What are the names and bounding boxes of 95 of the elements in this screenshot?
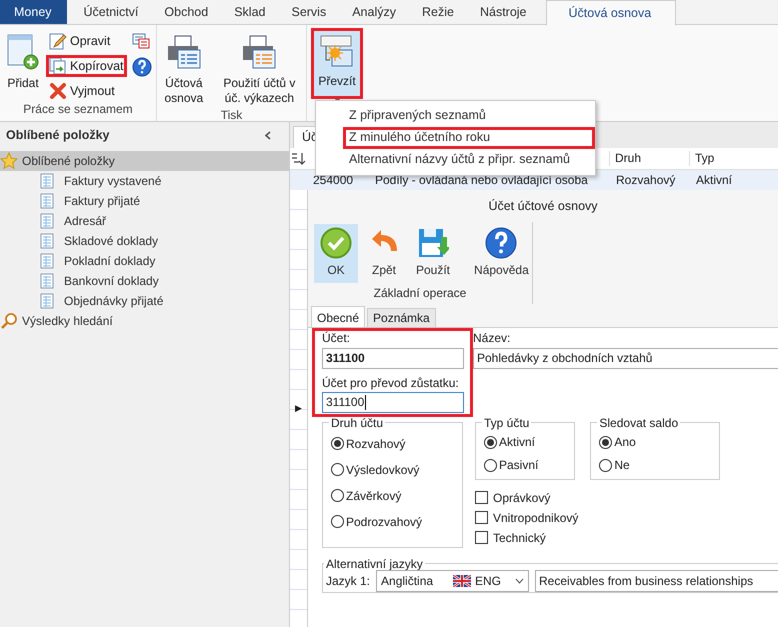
tree-item[interactable]: Bankovní doklady <box>0 271 289 291</box>
radio-option[interactable]: Podrozvahový <box>331 508 422 535</box>
menu-item[interactable]: Z minulého účetního roku <box>343 127 595 149</box>
copy-icon <box>49 57 67 75</box>
save-icon <box>417 227 450 259</box>
radio-option[interactable]: Výsledovkový <box>331 456 420 483</box>
table-cell-text: Rozvahový <box>615 172 676 188</box>
document-icon <box>40 233 54 249</box>
checkbox[interactable]: Vnitropodnikový <box>475 508 578 528</box>
toolbar-button[interactable]: OK <box>314 224 358 284</box>
tree-item[interactable]: Adresář <box>0 211 289 231</box>
table-cell-text: Aktivní <box>695 172 734 188</box>
radio-option[interactable]: Aktivní <box>484 430 536 454</box>
row-indicator: ▶ <box>295 403 302 414</box>
printer-icon <box>241 34 278 70</box>
tree-item[interactable]: Faktury přijaté <box>0 191 289 211</box>
input-field[interactable]: 311100 <box>322 392 464 413</box>
tree-item[interactable]: Skladové doklady <box>0 231 289 251</box>
edit-icon <box>49 32 67 50</box>
ribbon-button[interactable]: Přidat <box>4 28 42 93</box>
document-icon <box>40 273 54 289</box>
menu-tab[interactable]: Režie <box>409 0 467 24</box>
delete-icon <box>49 82 67 100</box>
input-field[interactable]: 311100 <box>322 348 464 369</box>
import-icon <box>320 34 354 68</box>
help-icon <box>485 227 518 259</box>
panel-title: Oblíbené položky <box>6 128 110 143</box>
field-label: Název: <box>473 331 512 346</box>
group-label: Tisk <box>220 108 244 124</box>
input-field[interactable]: Receivables from business relationships <box>535 570 778 592</box>
group-label: Základní operace <box>372 285 468 302</box>
tree-item[interactable]: Oblíbené položky <box>0 151 289 171</box>
add-icon <box>7 34 39 70</box>
import-button[interactable]: Převzít <box>311 28 363 99</box>
ribbon-button[interactable]: Účtová osnova <box>161 28 207 108</box>
group-title: Sledovat saldo <box>598 416 680 429</box>
tree-item[interactable]: Objednávky přijaté <box>0 291 289 311</box>
search-icon <box>0 312 18 330</box>
field-label: Jazyk 1: <box>326 574 370 588</box>
group-title: Typ účtu <box>483 416 530 429</box>
toolbar-button[interactable]: Zpět <box>362 224 406 284</box>
radio-option[interactable]: Pasivní <box>484 454 538 477</box>
group-title: Alternativní jazyky <box>325 558 424 570</box>
menu-tab[interactable]: Nástroje <box>466 0 540 24</box>
menu-tab[interactable]: Sklad <box>221 0 278 24</box>
group-label: Práce se seznamem <box>22 102 134 118</box>
tree-item[interactable]: Pokladní doklady <box>0 251 289 271</box>
collapse-icon[interactable] <box>265 131 271 140</box>
dialog-title: Účet účtové osnovy <box>487 198 599 215</box>
column-header[interactable]: Typ <box>689 151 769 166</box>
menu-item[interactable]: Alternativní názvy účtů z připr. seznamů <box>319 149 592 171</box>
field-label: Účet pro převod zůstatku: <box>322 376 460 390</box>
menu-tab[interactable]: Účtová osnova <box>546 0 676 26</box>
document-icon <box>40 193 54 209</box>
menu-tab[interactable]: Analýzy <box>339 0 409 24</box>
checkbox[interactable]: Technický <box>475 528 546 548</box>
ribbon-button[interactable]: Vyjmout <box>46 80 127 102</box>
chevron-icon <box>515 578 524 584</box>
field-label: Účet: <box>322 331 352 346</box>
tree-item[interactable]: Výsledky hledání <box>0 311 289 331</box>
checkbox[interactable]: Oprávkový <box>475 488 550 508</box>
document-icon <box>40 293 54 309</box>
tab[interactable]: Obecné <box>311 306 366 328</box>
column-header[interactable]: Druh <box>609 151 689 166</box>
menu-tab[interactable]: Obchod <box>151 0 222 24</box>
ribbon-button[interactable]: Použití účtů v úč. výkazech <box>216 28 302 108</box>
menu-tab[interactable]: Money <box>0 0 67 24</box>
input-field[interactable]: Pohledávky z obchodních vztahů <box>473 348 778 369</box>
table-cell-text: Podíly - ovládaná nebo ovládající osoba <box>374 172 589 188</box>
radio-option[interactable]: Rozvahový <box>331 430 406 457</box>
menu-tab[interactable]: Servis <box>278 0 340 24</box>
tab[interactable]: Poznámka <box>367 308 436 328</box>
radio-option[interactable]: Ano <box>599 430 636 454</box>
language-code: ENG <box>475 574 502 588</box>
document-icon <box>40 173 54 189</box>
check-icon <box>320 227 352 259</box>
toolbar-button[interactable]: Nápověda <box>468 224 535 284</box>
group-title: Druh účtu <box>330 416 384 429</box>
language-select[interactable]: Angličtina ENG <box>376 570 530 592</box>
star-icon <box>0 152 18 170</box>
sort-icon[interactable] <box>290 152 306 166</box>
menu-item[interactable]: Z připravených seznamů <box>319 105 592 127</box>
tree-item[interactable]: Faktury vystavené <box>0 171 289 191</box>
menu-tab[interactable]: Účetnictví <box>70 0 152 24</box>
radio-option[interactable]: Ne <box>599 454 630 477</box>
toolbar-button[interactable]: Použít <box>410 224 456 284</box>
table-cell-text: 254000 <box>312 172 354 188</box>
ribbon-button[interactable]: Opravit <box>46 30 127 52</box>
printer-icon <box>166 34 202 70</box>
document-icon <box>40 213 54 229</box>
flag-icon <box>453 574 471 587</box>
document-icon <box>40 253 54 269</box>
radio-option[interactable]: Závěrkový <box>331 482 402 509</box>
ribbon-button[interactable]: Kopírovat <box>46 55 127 77</box>
help-icon[interactable] <box>132 57 152 77</box>
